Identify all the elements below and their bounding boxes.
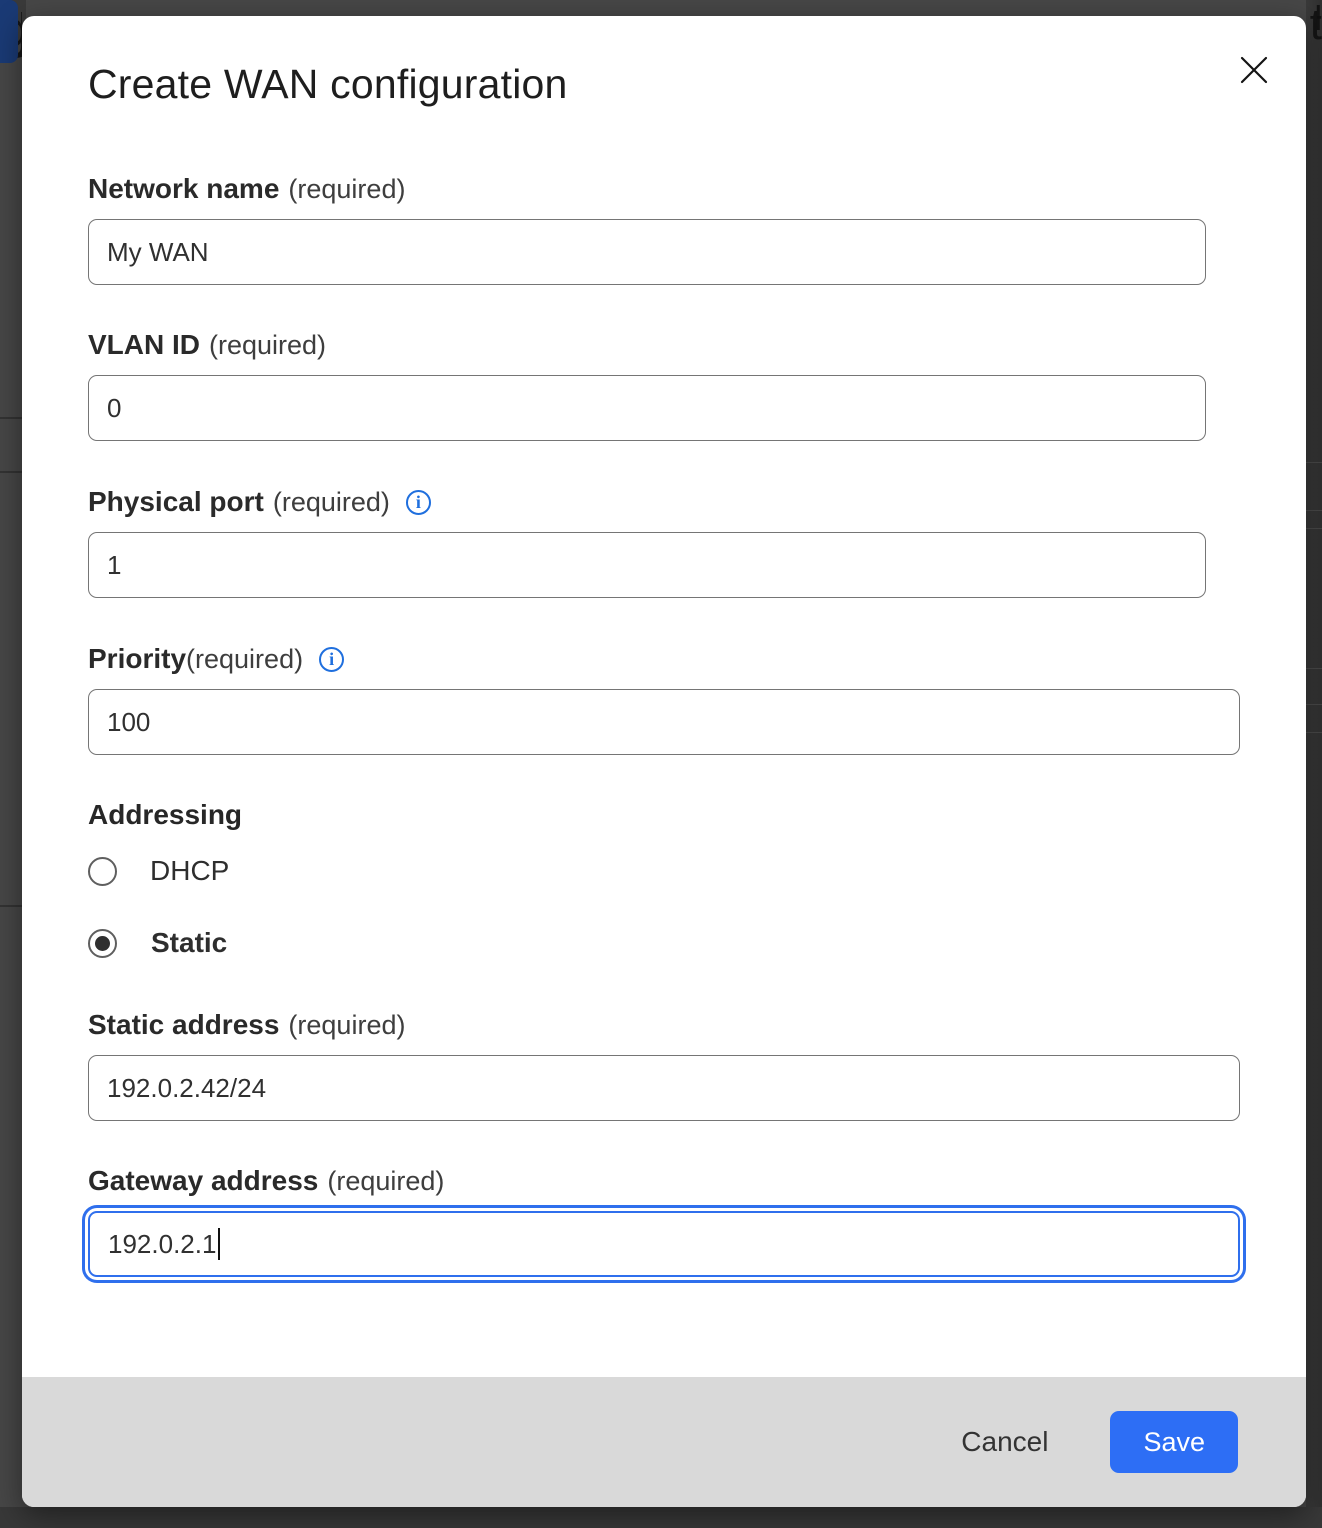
physical-port-label: Physical port (required) i — [88, 485, 1240, 519]
vlan-id-input[interactable]: 0 — [88, 375, 1206, 441]
dialog-title: Create WAN configuration — [88, 60, 1240, 108]
radio-dhcp-label: DHCP — [150, 855, 229, 887]
network-name-label: Network name (required) — [88, 172, 1240, 206]
physical-port-info-icon[interactable]: i — [406, 490, 431, 515]
background-overlay-bottom — [0, 1507, 1322, 1528]
occluded-page-line — [1306, 668, 1322, 669]
physical-port-value: 1 — [107, 550, 121, 581]
background-overlay-right — [1306, 0, 1322, 1528]
static-address-input[interactable]: 192.0.2.42/24 — [88, 1055, 1240, 1121]
occluded-page-line — [0, 417, 22, 419]
radio-dhcp[interactable]: DHCP — [88, 855, 1240, 887]
physical-port-input[interactable]: 1 — [88, 532, 1206, 598]
priority-value: 100 — [107, 707, 150, 738]
text-cursor — [218, 1228, 220, 1260]
occluded-page-line — [1306, 462, 1322, 463]
create-wan-configuration-dialog: Create WAN configuration Network name (r… — [22, 16, 1306, 1507]
save-button[interactable]: Save — [1110, 1411, 1238, 1473]
radio-unselected-icon — [88, 857, 117, 886]
radio-selected-icon — [88, 929, 117, 958]
occluded-page-line — [0, 905, 22, 907]
screen: gu ur t l t Create WAN configuration Net… — [0, 0, 1322, 1528]
addressing-heading: Addressing — [88, 797, 1240, 833]
gateway-address-input[interactable]: 192.0.2.1 — [88, 1211, 1240, 1277]
network-name-input[interactable]: My WAN — [88, 219, 1206, 285]
vlan-id-label: VLAN ID (required) — [88, 328, 1240, 362]
occluded-page-line — [1306, 528, 1322, 529]
occluded-page-line — [1306, 510, 1322, 511]
occluded-page-line — [1306, 704, 1322, 705]
occluded-page-line — [0, 471, 22, 473]
close-button[interactable] — [1238, 54, 1270, 86]
gateway-address-value: 192.0.2.1 — [108, 1229, 216, 1260]
static-address-value: 192.0.2.42/24 — [107, 1073, 266, 1104]
dialog-footer: Cancel Save — [22, 1377, 1306, 1507]
cancel-button[interactable]: Cancel — [949, 1418, 1060, 1466]
static-address-label: Static address (required) — [88, 1008, 1240, 1042]
occluded-page-text: t — [1307, 0, 1322, 52]
radio-static-label: Static — [151, 927, 227, 959]
priority-input[interactable]: 100 — [88, 689, 1240, 755]
occluded-blue-button-fragment — [0, 0, 18, 63]
priority-info-icon[interactable]: i — [319, 647, 344, 672]
network-name-value: My WAN — [107, 237, 209, 268]
close-icon — [1240, 56, 1268, 84]
radio-static[interactable]: Static — [88, 927, 1240, 959]
priority-label: Priority (required) i — [88, 642, 1240, 676]
occluded-page-line — [1306, 732, 1322, 733]
gateway-address-label: Gateway address (required) — [88, 1164, 1240, 1198]
vlan-id-value: 0 — [107, 393, 121, 424]
